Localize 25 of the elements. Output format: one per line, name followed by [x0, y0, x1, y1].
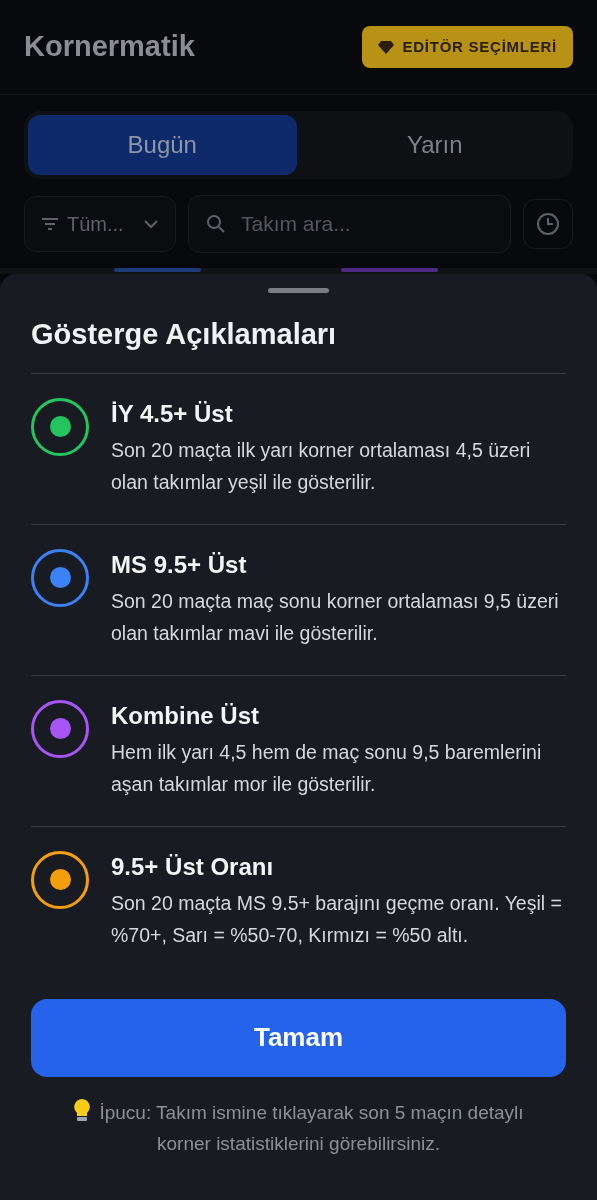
app-title: Kornermatik	[24, 29, 195, 65]
sheet-title: Gösterge Açıklamaları	[31, 313, 566, 374]
legend-title: Kombine Üst	[111, 700, 260, 731]
editor-picks-button[interactable]: EDİTÖR SEÇİMLERİ	[362, 26, 573, 68]
lightbulb-icon	[73, 1097, 92, 1122]
ok-button[interactable]: Tamam	[31, 998, 566, 1077]
clock-button[interactable]	[523, 199, 573, 249]
diamond-icon	[378, 40, 395, 54]
tip-text: İpucu: Takım ismine tıklayarak son 5 maçın detaylı korner istatistiklerini görebilirsiniz.	[55, 1096, 542, 1159]
filter-icon	[41, 217, 59, 231]
legend-description: Son 20 maçta MS 9.5+ barajını geçme oranı. Yeşil = %70+, Sarı = %50-70, Kırmızı = %50 altı.	[111, 890, 563, 948]
chevron-down-icon	[143, 219, 159, 229]
drag-handle[interactable]	[268, 288, 329, 293]
legend-description: Son 20 maçta maç sonu korner ortalaması 9,5 üzeri olan takımlar mavi ile gösterilir.	[111, 588, 560, 646]
day-tab[interactable]: Yarın	[300, 115, 569, 175]
search-icon	[206, 214, 226, 234]
filter-dropdown[interactable]: Tüm...	[24, 196, 176, 252]
legend-title: MS 9.5+ Üst	[111, 549, 248, 580]
day-tab[interactable]: Bugün	[28, 115, 297, 175]
legend-description: Son 20 maçta ilk yarı korner ortalaması 4,5 üzeri olan takımlar yeşil ile gösterilir.	[111, 437, 532, 495]
search-field[interactable]: Takım ara...	[188, 195, 511, 253]
legend-description: Hem ilk yarı 4,5 hem de maç sonu 9,5 baremlerini aşan takımlar mor ile gösterilir.	[111, 739, 543, 797]
legend-title: İY 4.5+ Üst	[111, 398, 234, 429]
clock-icon	[536, 212, 560, 236]
legend-title: 9.5+ Üst Oranı	[111, 851, 275, 882]
